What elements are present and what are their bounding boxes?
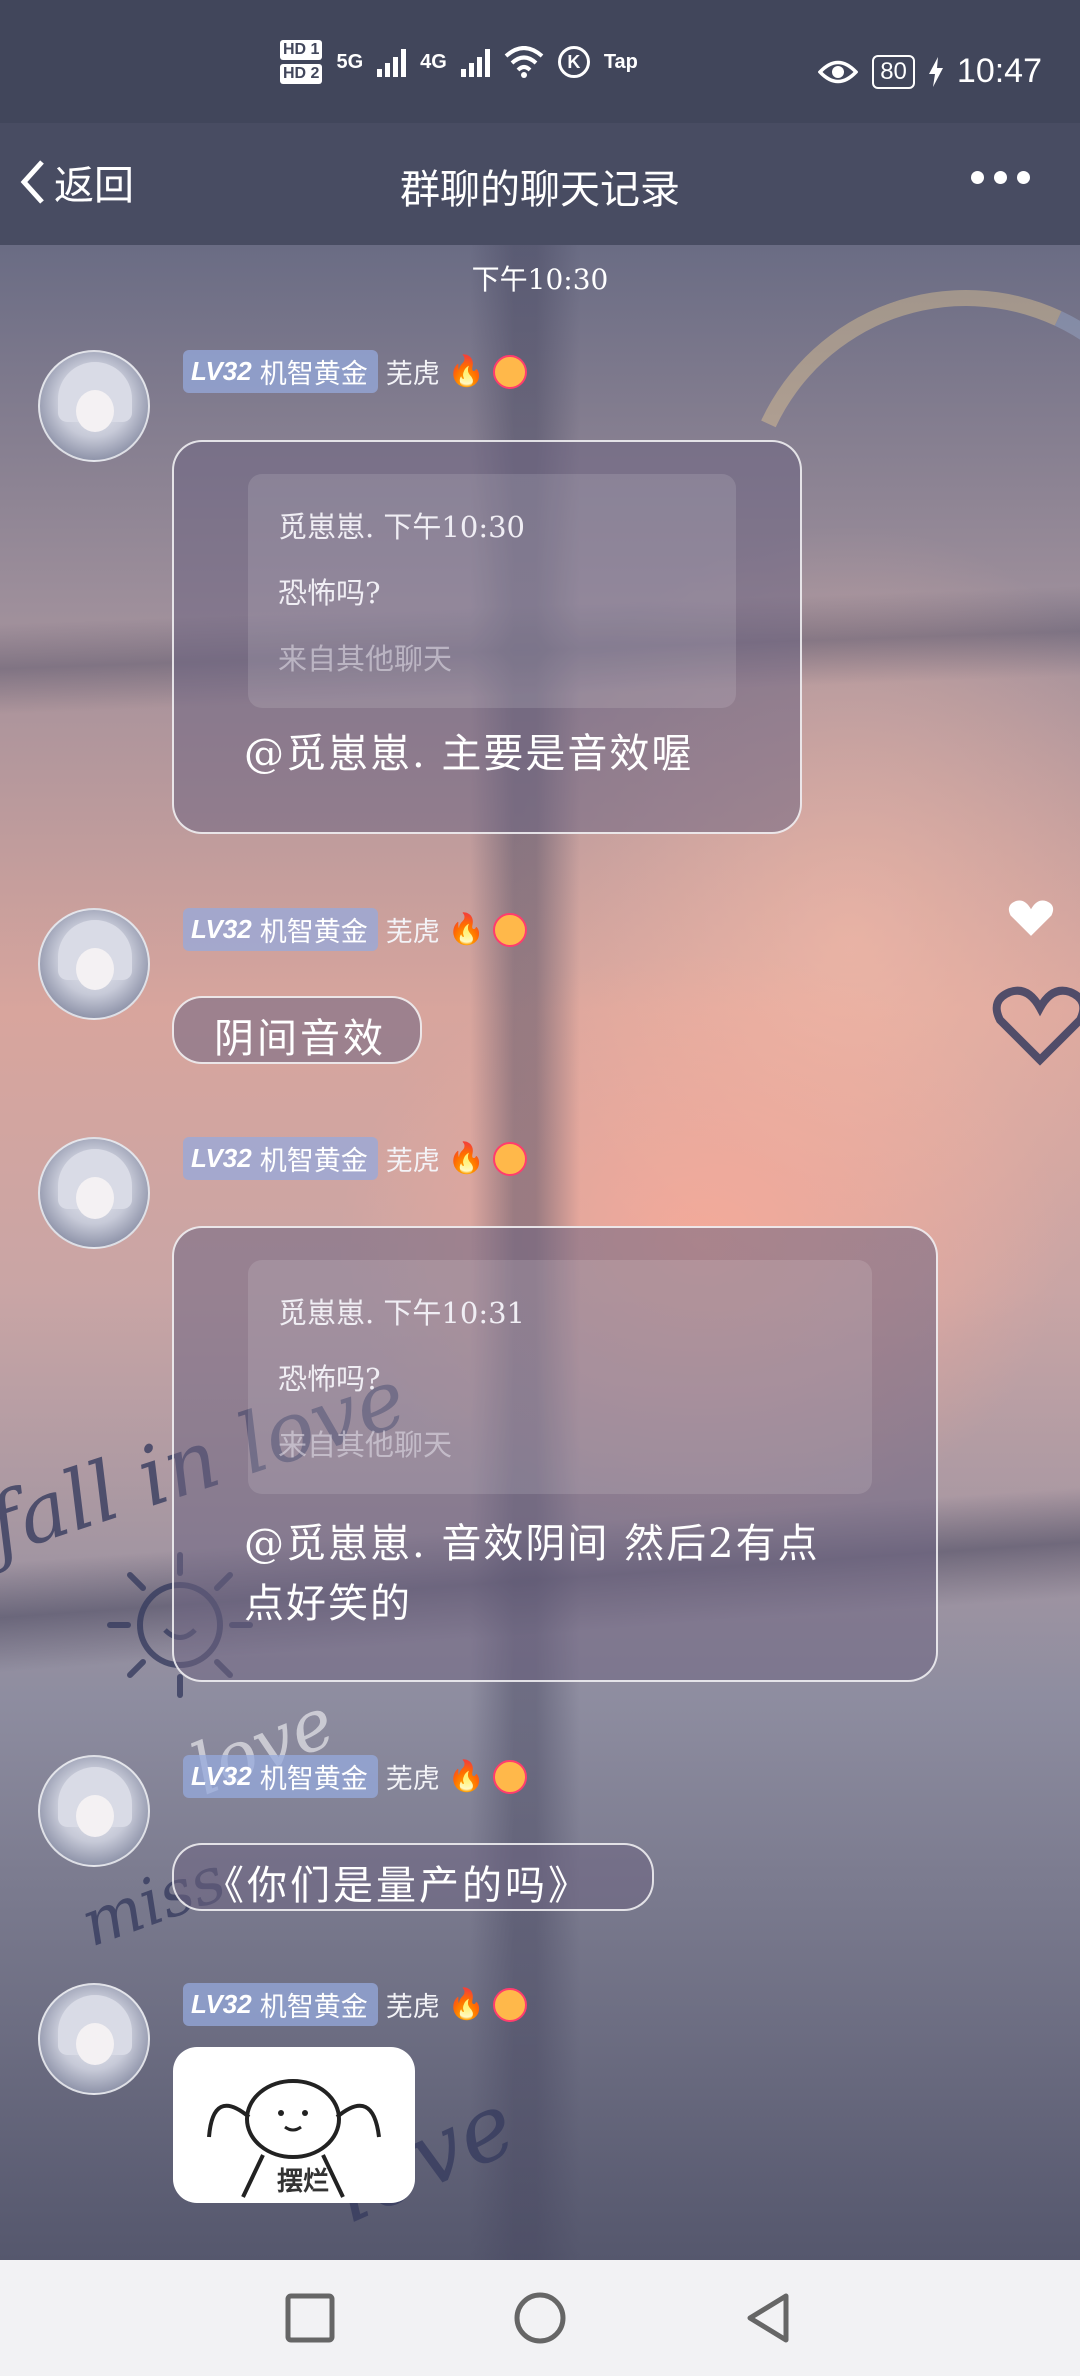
clock: 10:47	[956, 52, 1042, 90]
level-badge[interactable]: LV32 机智黄金	[183, 908, 378, 951]
quote-source: 来自其他聊天	[278, 642, 453, 676]
message-bubble[interactable]: 觅崽崽. 下午10:31 恐怖吗? 来自其他聊天 @觅崽崽. 音效阴间 然后2有…	[172, 1226, 938, 1682]
wifi-icon	[504, 46, 544, 78]
battery-indicator: 80	[872, 54, 915, 89]
quote-header: 觅崽崽. 下午10:30	[278, 510, 526, 544]
level-number: LV32	[191, 914, 252, 944]
k-icon-label: K	[567, 51, 581, 72]
time-divider: 下午10:30	[471, 263, 609, 296]
avatar[interactable]	[38, 1755, 150, 1867]
sender-meta: LV32 机智黄金 芜虎 🔥	[183, 350, 528, 393]
signal-icon	[377, 47, 407, 77]
tap-label: Tap	[603, 50, 638, 73]
fire-icon: 🔥	[447, 1759, 486, 1794]
k-icon: K	[557, 46, 590, 78]
quote-text: 恐怖吗?	[278, 1362, 381, 1396]
message-text: 《你们是量产的吗》	[204, 1863, 591, 1909]
nav-back-icon[interactable]	[740, 2290, 796, 2346]
hd-indicator: HD 1 HD 2	[280, 40, 323, 84]
sender-nickname[interactable]: 芜虎	[386, 1139, 440, 1178]
doodle-heart-icon	[1008, 900, 1054, 936]
system-nav-bar	[0, 2260, 1080, 2376]
level-title: 机智黄金	[259, 1992, 368, 2023]
level-number: LV32	[191, 356, 252, 386]
sender-nickname[interactable]: 芜虎	[386, 352, 440, 391]
fire-icon: 🔥	[447, 354, 486, 389]
smiley-badge-icon	[493, 1987, 528, 2022]
message-bubble[interactable]: 觅崽崽. 下午10:30 恐怖吗? 来自其他聊天 @觅崽崽. 主要是音效喔	[172, 440, 802, 834]
message-text: @觅崽崽. 主要是音效喔	[244, 731, 694, 777]
message-text-line: @觅崽崽. 音效阴间 然后2有点	[244, 1521, 820, 1567]
message-text: 阴间音效	[214, 1016, 386, 1062]
doodle-heart-icon	[992, 986, 1080, 1066]
sender-nickname[interactable]: 芜虎	[386, 1757, 440, 1796]
quote-header: 觅崽崽. 下午10:31	[278, 1296, 526, 1330]
level-number: LV32	[191, 1761, 252, 1791]
status-left: HD 1 HD 2 5G 4G K Tap	[280, 40, 638, 84]
message-bubble[interactable]: 阴间音效	[172, 996, 422, 1064]
signal-icon	[460, 47, 490, 77]
message-text-line: 点好笑的	[244, 1581, 412, 1627]
level-badge[interactable]: LV32 机智黄金	[183, 1137, 378, 1180]
level-number: LV32	[191, 1989, 252, 2019]
eye-icon	[818, 60, 859, 83]
quoted-message[interactable]: 觅崽崽. 下午10:31 恐怖吗? 来自其他聊天	[248, 1260, 872, 1494]
smiley-badge-icon	[493, 1141, 528, 1176]
hd1-label: HD 1	[280, 40, 323, 60]
avatar[interactable]	[38, 908, 150, 1020]
page-title: 群聊的聊天记录	[400, 167, 680, 213]
more-icon[interactable]	[971, 171, 1030, 184]
network-5g-label: 5G	[336, 50, 364, 73]
nav-recents-icon[interactable]	[282, 2290, 338, 2346]
sender-meta: LV32 机智黄金 芜虎 🔥	[183, 908, 528, 951]
charging-icon	[928, 56, 943, 87]
nav-home-icon[interactable]	[512, 2290, 568, 2346]
status-bar: HD 1 HD 2 5G 4G K Tap 80 10:47	[0, 0, 1080, 123]
sender-nickname[interactable]: 芜虎	[386, 910, 440, 949]
level-title: 机智黄金	[259, 1764, 368, 1795]
network-4g-label: 4G	[420, 50, 447, 73]
sender-nickname[interactable]: 芜虎	[386, 1985, 440, 2024]
level-title: 机智黄金	[259, 1146, 368, 1177]
fire-icon: 🔥	[447, 912, 486, 947]
sender-meta: LV32 机智黄金 芜虎 🔥	[183, 1137, 528, 1180]
title-bar: 返回 群聊的聊天记录	[0, 123, 1080, 245]
smiley-badge-icon	[493, 354, 528, 389]
level-badge[interactable]: LV32 机智黄金	[183, 1755, 378, 1798]
sender-meta: LV32 机智黄金 芜虎 🔥	[183, 1755, 528, 1798]
quote-text: 恐怖吗?	[278, 576, 381, 610]
level-badge[interactable]: LV32 机智黄金	[183, 1983, 378, 2026]
message-text: @觅崽崽. 音效阴间 然后2有点 点好笑的	[244, 1514, 896, 1634]
quote-source: 来自其他聊天	[278, 1428, 453, 1462]
avatar[interactable]	[38, 350, 150, 462]
level-number: LV32	[191, 1143, 252, 1173]
status-right: 80 10:47	[818, 52, 1042, 91]
avatar[interactable]	[38, 1983, 150, 2095]
sticker-caption: 摆烂	[277, 2167, 330, 2197]
level-title: 机智黄金	[259, 917, 368, 948]
level-badge[interactable]: LV32 机智黄金	[183, 350, 378, 393]
quoted-message[interactable]: 觅崽崽. 下午10:30 恐怖吗? 来自其他聊天	[248, 474, 736, 708]
fire-icon: 🔥	[447, 1141, 486, 1176]
smiley-badge-icon	[493, 912, 528, 947]
level-title: 机智黄金	[259, 359, 368, 390]
fire-icon: 🔥	[447, 1987, 486, 2022]
sender-meta: LV32 机智黄金 芜虎 🔥	[183, 1983, 528, 2026]
hd2-label: HD 2	[280, 64, 323, 84]
message-bubble[interactable]: 《你们是量产的吗》	[172, 1843, 654, 1911]
sticker-message[interactable]: 摆烂	[173, 2047, 415, 2203]
avatar[interactable]	[38, 1137, 150, 1249]
smiley-badge-icon	[493, 1759, 528, 1794]
